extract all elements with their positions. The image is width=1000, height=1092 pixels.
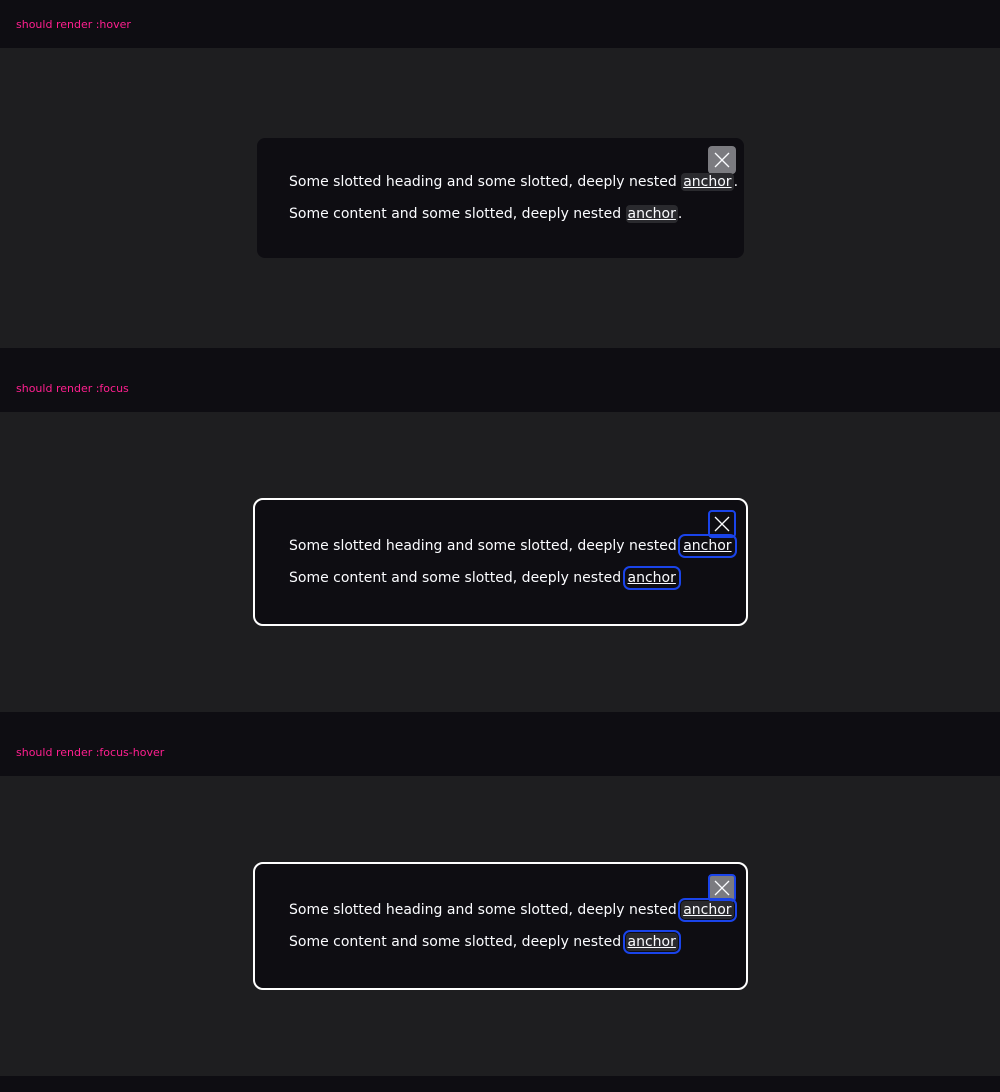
modal: Some slotted heading and some slotted, d… (257, 138, 744, 258)
period: . (733, 902, 739, 918)
heading-text: Some slotted heading and some slotted, d… (289, 902, 682, 918)
modal: Some slotted heading and some slotted, d… (253, 862, 748, 990)
divider (0, 348, 1000, 364)
heading-text: Some slotted heading and some slotted, d… (289, 538, 682, 554)
content-text: Some content and some slotted, deeply ne… (289, 570, 626, 586)
heading-anchor-link[interactable]: anchor (678, 898, 737, 922)
stage: Some slotted heading and some slotted, d… (0, 412, 1000, 712)
period: . (677, 570, 683, 586)
section-title: should render :focus-hover (16, 746, 165, 759)
section-header: should render :hover (0, 0, 1000, 48)
section-focus-hover: should render :focus-hover Some slotted … (0, 728, 1000, 1076)
close-button[interactable] (708, 510, 736, 538)
modal: Some slotted heading and some slotted, d… (253, 498, 748, 626)
content-text: Some content and some slotted, deeply ne… (289, 934, 626, 950)
modal-content: Some content and some slotted, deeply ne… (289, 930, 683, 954)
period: . (733, 174, 739, 190)
section-header: should render :focus-hover (0, 728, 1000, 776)
content-anchor-link[interactable]: anchor (622, 930, 681, 954)
close-icon (714, 516, 730, 532)
stage: Some slotted heading and some slotted, d… (0, 776, 1000, 1076)
period: . (677, 934, 683, 950)
heading-text: Some slotted heading and some slotted, d… (289, 174, 682, 190)
close-button[interactable] (708, 874, 736, 902)
modal-content: Some content and some slotted, deeply ne… (289, 566, 683, 590)
heading-anchor-link[interactable]: anchor (678, 534, 737, 558)
section-title: should render :focus (16, 382, 129, 395)
divider (0, 712, 1000, 728)
close-icon (714, 880, 730, 896)
section-hover: should render :hover Some slotted headin… (0, 0, 1000, 348)
heading-anchor-link[interactable]: anchor (681, 173, 734, 191)
content-anchor-link[interactable]: anchor (625, 205, 678, 223)
stage: Some slotted heading and some slotted, d… (0, 48, 1000, 348)
modal-heading: Some slotted heading and some slotted, d… (289, 898, 739, 922)
content-text: Some content and some slotted, deeply ne… (289, 206, 626, 222)
section-header: should render :focus (0, 364, 1000, 412)
close-icon (714, 152, 730, 168)
period: . (677, 206, 683, 222)
modal-heading: Some slotted heading and some slotted, d… (289, 172, 738, 192)
modal-heading: Some slotted heading and some slotted, d… (289, 534, 739, 558)
section-focus: should render :focus Some slotted headin… (0, 364, 1000, 712)
close-button[interactable] (708, 146, 736, 174)
period: . (733, 538, 739, 554)
content-anchor-link[interactable]: anchor (622, 566, 681, 590)
modal-content: Some content and some slotted, deeply ne… (289, 204, 682, 224)
section-title: should render :hover (16, 18, 131, 31)
